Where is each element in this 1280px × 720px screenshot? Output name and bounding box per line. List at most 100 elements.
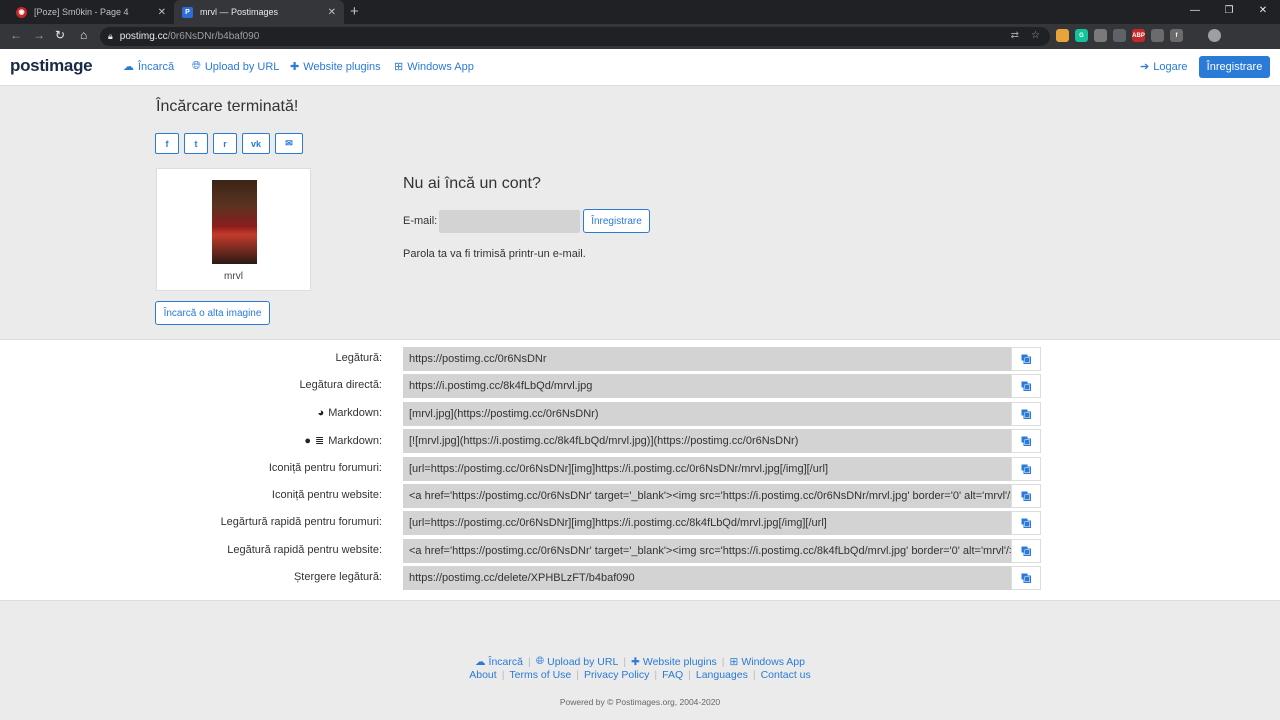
home-icon[interactable]: ⌂ <box>80 28 87 42</box>
footer-link-label: About <box>469 669 497 681</box>
password-note: Parola ta va fi trimisă printr-un e-mail… <box>403 248 586 260</box>
footer-link[interactable]: About <box>469 669 496 681</box>
copy-button[interactable] <box>1011 347 1041 371</box>
footer-link[interactable]: FAQ <box>662 669 683 681</box>
adblock-icon[interactable]: ABP <box>1132 29 1145 42</box>
link-value-field[interactable]: [url=https://postimg.cc/0r6NsDNr][img]ht… <box>403 511 1011 536</box>
window-controls: — ❐ ✕ <box>1178 0 1280 24</box>
restore-icon[interactable]: ❐ <box>1212 0 1246 24</box>
reddit-icon: ◕ <box>317 406 325 419</box>
link-value-field[interactable]: https://postimg.cc/delete/XPHBLzFT/b4baf… <box>403 566 1011 591</box>
footer-link-label: FAQ <box>662 669 684 681</box>
postimage-logo[interactable]: postimage <box>10 56 93 76</box>
facebook-ext-icon[interactable]: f <box>1170 29 1183 42</box>
nav-upload-label: Încarcă <box>138 60 175 73</box>
grammarly-icon[interactable]: G <box>1075 29 1088 42</box>
address-bar[interactable]: 🔒︎ postimg.cc /0r6NsDNr/b4baf090 ⇄ ☆ <box>100 27 1050 46</box>
link-label-text: Ștergere legătură: <box>293 571 382 584</box>
link-value-field[interactable]: [![mrvl.jpg](https://i.postimg.cc/8k4fLb… <box>403 429 1011 454</box>
shield-ext-icon[interactable] <box>1113 29 1126 42</box>
footer-link[interactable]: Terms of Use <box>509 669 571 681</box>
back-icon[interactable]: ← <box>10 28 22 42</box>
vk-share-button[interactable]: vk <box>242 133 270 154</box>
login-link[interactable]: ➔ Logare <box>1140 60 1188 74</box>
link-value-field[interactable]: <a href='https://postimg.cc/0r6NsDNr' ta… <box>403 484 1011 508</box>
copy-button[interactable] <box>1011 511 1041 536</box>
browser-tab-active[interactable]: P mrvl — Postimages ✕ <box>174 0 344 24</box>
reddit-icon: r <box>223 138 227 149</box>
nav-upload-link[interactable]: ☁ Încarcă <box>123 60 175 74</box>
link-label-text: Iconiță pentru website: <box>271 489 382 501</box>
link-row: Iconiță pentru website: <a href='https://… <box>0 484 1280 508</box>
link-value-field[interactable]: <a href='https://postimg.cc/0r6NsDNr' ta… <box>403 538 1011 563</box>
puzzle-piece-icon: ✚ <box>631 655 640 668</box>
footer-link[interactable]: ⊞ Windows App <box>730 656 805 668</box>
reload-icon[interactable]: ↻ <box>55 28 65 42</box>
facebook-icon: f <box>165 138 169 149</box>
register-button[interactable]: Înregistrare <box>1199 56 1270 78</box>
puzzle-piece-icon: ✚ <box>290 61 300 73</box>
link-label-text: Legărtură rapidă pentru forumuri: <box>220 516 382 529</box>
email-share-button[interactable]: ✉ <box>275 133 303 154</box>
link-row: Legărtură rapidă pentru forumuri: [url=ht… <box>0 511 1280 536</box>
link-label-text: Legătură rapidă pentru website: <box>227 543 382 556</box>
signup-button[interactable]: Înregistrare <box>583 209 650 233</box>
link-label: ◕ Markdown: <box>318 407 382 419</box>
puzzle-icon[interactable] <box>1189 29 1202 42</box>
copy-button[interactable] <box>1011 538 1041 563</box>
close-window-icon[interactable]: ✕ <box>1246 0 1280 24</box>
copy-button[interactable] <box>1011 566 1041 591</box>
key-icon[interactable] <box>1056 29 1069 42</box>
link-row: Ștergere legătură: https://postimg.cc/del… <box>0 566 1280 591</box>
twitter-share-button[interactable]: t <box>184 133 208 154</box>
site-navbar: postimage ☁ Încarcă 🌐︎ Upload by URL ✚ W… <box>0 49 1280 86</box>
footer: ☁ Încarcă | 🌐︎ Upload by URL | ✚ Website plugin… <box>0 601 1280 720</box>
upload-another-button[interactable]: Încarcă o alta imagine <box>155 301 270 325</box>
print-icon[interactable] <box>1151 29 1164 42</box>
image-thumbnail[interactable] <box>212 180 257 264</box>
footer-link[interactable]: Languages <box>696 669 748 681</box>
profile-icon[interactable] <box>1208 29 1221 42</box>
copy-button[interactable] <box>1011 374 1041 399</box>
close-tab-icon[interactable]: ✕ <box>328 7 336 18</box>
browser-tab-inactive[interactable]: ◉ [Poze] Sm0kin - Page 4 ✕ <box>8 0 174 24</box>
email-label: E-mail: <box>403 215 438 227</box>
lock-icon[interactable]: 🔒︎ <box>108 31 113 42</box>
nav-upload-url-link[interactable]: 🌐︎ Upload by URL <box>192 60 279 73</box>
footer-link[interactable]: Contact us <box>761 669 811 681</box>
footer-link[interactable]: Privacy Policy <box>584 669 649 681</box>
link-row: Legătură: https://postimg.cc/0r6NsDNr <box>0 347 1280 371</box>
email-field[interactable] <box>439 210 580 233</box>
copy-icon <box>1021 381 1031 392</box>
minimize-icon[interactable]: — <box>1178 0 1212 24</box>
copy-button[interactable] <box>1011 401 1041 426</box>
link-value-field[interactable]: https://postimg.cc/0r6NsDNr <box>403 347 1011 371</box>
link-value-field[interactable]: [mrvl.jpg](https://postimg.cc/0r6NsDNr) <box>403 401 1011 426</box>
footer-separator: | <box>721 655 725 668</box>
upload-cloud-icon: ☁ <box>475 655 486 668</box>
email-icon: ✉ <box>285 138 293 148</box>
login-label: Logare <box>1153 60 1188 73</box>
copy-button[interactable] <box>1011 429 1041 454</box>
footer-link[interactable]: ✚ Website plugins <box>631 656 717 668</box>
nav-windows-link[interactable]: ⊞ Windows App <box>394 60 474 74</box>
link-label-text: Iconiță pentru forumuri: <box>268 461 382 474</box>
stackoverflow-icon: ≣ <box>314 435 325 448</box>
footer-link[interactable]: 🌐︎ Upload by URL <box>536 655 619 668</box>
forward-icon[interactable]: → <box>33 28 45 42</box>
facebook-share-button[interactable]: f <box>155 133 179 154</box>
copy-button[interactable] <box>1011 484 1041 508</box>
globe-ext-icon[interactable] <box>1094 29 1107 42</box>
bookmark-star-icon[interactable]: ☆ <box>1031 30 1040 41</box>
link-value-field[interactable]: https://i.postimg.cc/8k4fLbQd/mrvl.jpg <box>403 374 1011 399</box>
links-section: Legătură: https://postimg.cc/0r6NsDNr Legă… <box>0 339 1280 601</box>
link-value-field[interactable]: [url=https://postimg.cc/0r6NsDNr][img]ht… <box>403 456 1011 481</box>
footer-link[interactable]: ☁ Încarcă <box>475 656 523 668</box>
nav-plugins-link[interactable]: ✚ Website plugins <box>290 60 381 74</box>
reddit-share-button[interactable]: r <box>213 133 237 154</box>
link-row: ● ≣ Markdown: [![mrvl.jpg](https://i.postim… <box>0 429 1280 454</box>
copy-button[interactable] <box>1011 456 1041 481</box>
new-tab-icon[interactable]: + <box>350 3 359 20</box>
close-tab-icon[interactable]: ✕ <box>158 7 166 18</box>
translate-icon[interactable]: ⇄ <box>1011 30 1019 41</box>
